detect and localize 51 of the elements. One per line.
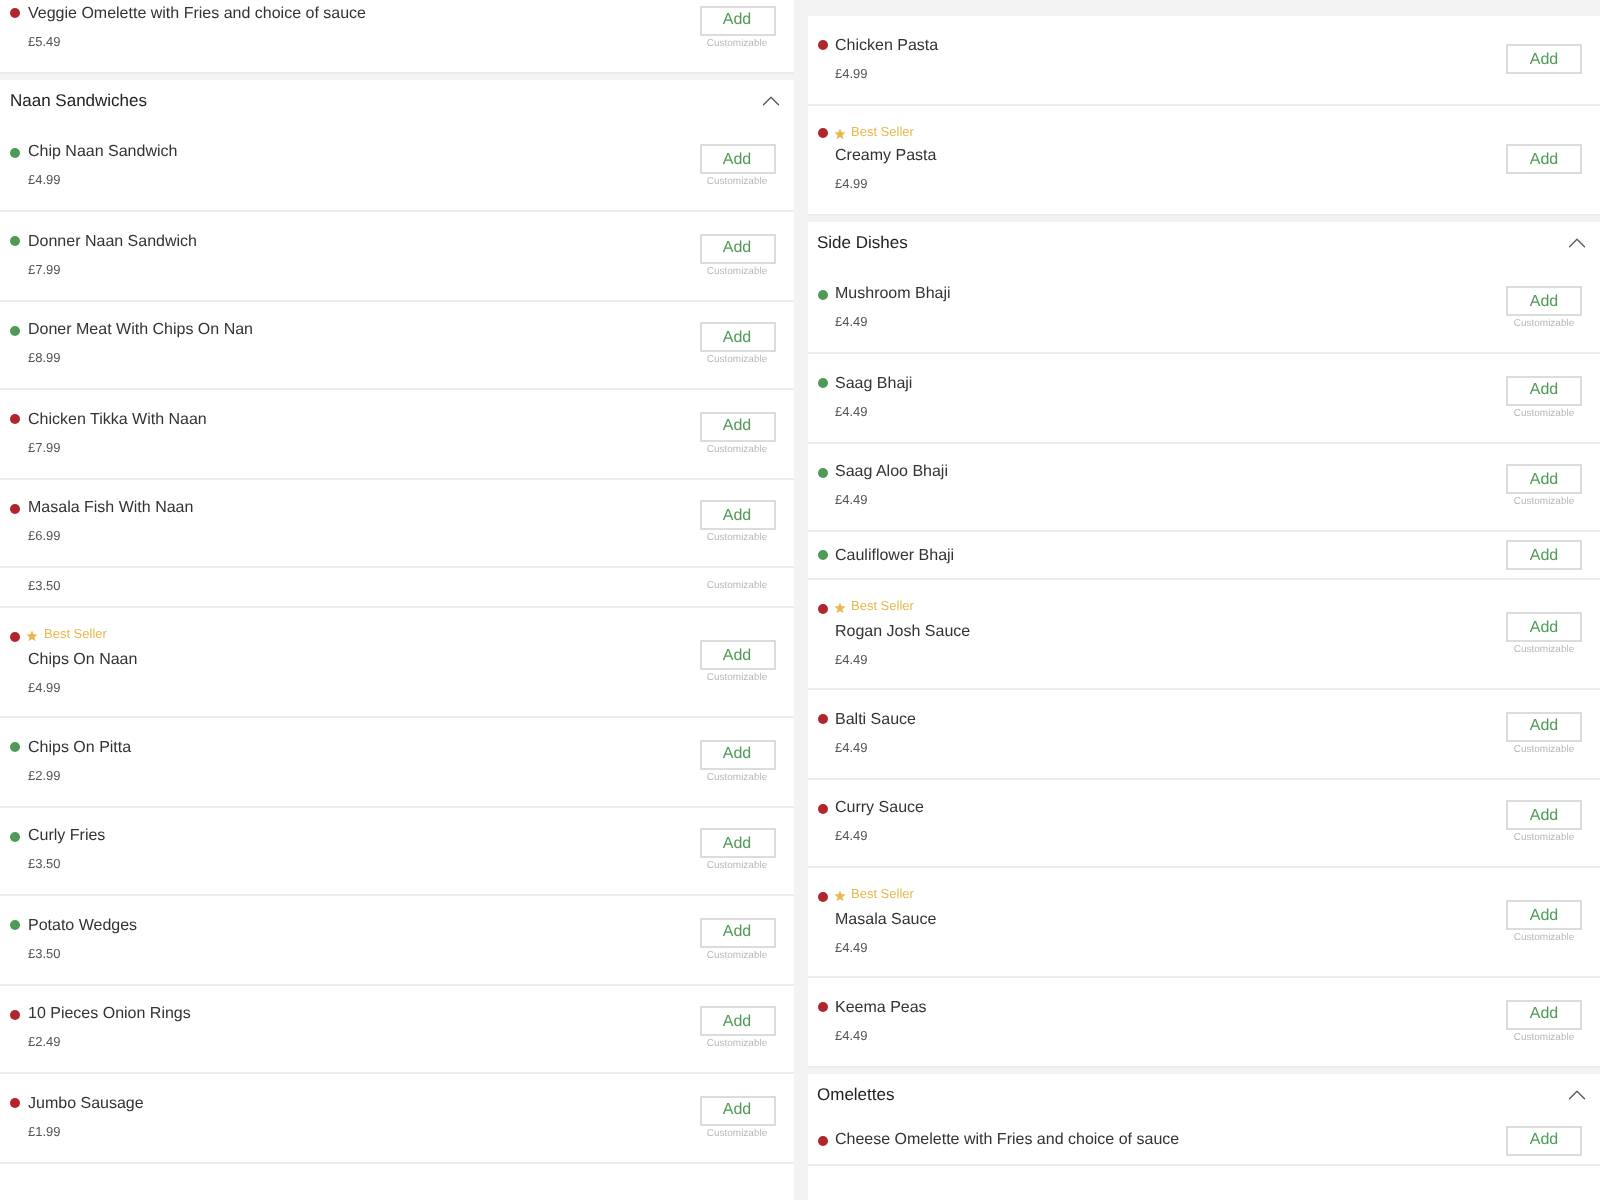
add-button[interactable]: Add (699, 1095, 775, 1126)
dish-name: Potato Wedges (28, 913, 138, 938)
add-button[interactable]: Add (1506, 286, 1582, 317)
dish-name: Curly Fries (28, 824, 106, 849)
dish-name: Saag Aloo Bhaji (835, 460, 948, 485)
add-button[interactable]: Add (699, 5, 775, 36)
add-button[interactable]: Add (1506, 711, 1582, 742)
dish-name: Donner Naan Sandwich (28, 229, 197, 254)
add-button[interactable]: Add (1506, 1125, 1582, 1155)
dish-name: Chips On Pitta (28, 735, 132, 760)
add-button[interactable]: Add (1506, 375, 1582, 406)
add-button[interactable]: Add (699, 233, 775, 264)
section-title: Naan Sandwiches (10, 88, 148, 114)
dish-name: Cheese Omelette with Fries and choice of sauce (835, 1128, 1180, 1152)
add-button[interactable]: Add (1506, 540, 1582, 570)
dish-name: Masala Fish With Naan (28, 496, 194, 521)
dish-name: Chips On Naan (28, 647, 138, 672)
add-button[interactable]: Add (699, 322, 775, 353)
dish-name: Chip Naan Sandwich (28, 140, 178, 165)
dish-name: Curry Sauce (835, 796, 924, 821)
dish-name: Doner Meat With Chips On Nan (28, 318, 253, 343)
dish-name: Veggie Omelette with Fries and choice of sauce (28, 1, 366, 26)
dish-name: Jumbo Sausage (28, 1091, 144, 1116)
add-button[interactable]: Add (699, 640, 775, 670)
add-button[interactable]: Add (1506, 999, 1582, 1030)
dish-name: Balti Sauce (835, 707, 916, 732)
add-button[interactable]: Add (699, 411, 775, 442)
add-button[interactable]: Add (1506, 144, 1582, 174)
add-button[interactable]: Add (699, 828, 775, 859)
dish-name: Cauliflower Bhaji (835, 543, 955, 567)
add-button[interactable]: Add (1506, 800, 1582, 831)
dish-name: Chicken Pasta (835, 33, 939, 58)
add-button[interactable]: Add (1506, 900, 1582, 930)
add-button[interactable]: Add (699, 144, 775, 175)
dish-name: Keema Peas (835, 995, 927, 1020)
dish-name: Mushroom Bhaji (835, 282, 951, 307)
add-button[interactable]: Add (699, 917, 775, 948)
add-button[interactable]: Add (1506, 44, 1582, 75)
add-button[interactable]: Add (699, 500, 775, 531)
add-button[interactable]: Add (699, 1006, 775, 1037)
add-button[interactable]: Add (1506, 464, 1582, 495)
section-title: Side Dishes (817, 230, 908, 256)
dish-name: Rogan Josh Sauce (835, 619, 971, 644)
section-title: Omelettes (817, 1082, 895, 1108)
dish-name: Chicken Tikka With Naan (28, 407, 207, 432)
dish-name: 10 Pieces Onion Rings (28, 1002, 191, 1027)
add-button[interactable]: Add (699, 739, 775, 770)
dish-name: Masala Sauce (835, 907, 937, 932)
dish-name: Saag Bhaji (835, 371, 913, 396)
add-button[interactable]: Add (1506, 612, 1582, 642)
dish-name: Creamy Pasta (835, 144, 937, 169)
